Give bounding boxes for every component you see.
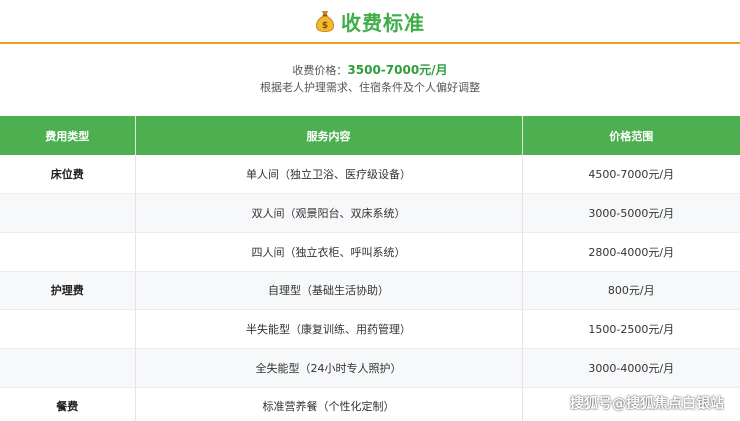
table-row: 床位费 单人间（独立卫浴、医疗级设备） 4500-7000元/月 <box>0 155 740 195</box>
price-cell: 4500-7000元/月 <box>522 155 740 195</box>
fee-type-cell <box>0 309 136 349</box>
fee-type-cell: 床位费 <box>0 155 136 195</box>
table-header-row: 费用类型 服务内容 价格范围 <box>0 116 740 155</box>
fee-type-cell: 餐费 <box>0 387 136 421</box>
fee-table: 费用类型 服务内容 价格范围 床位费 单人间（独立卫浴、医疗级设备） 4500-… <box>0 116 740 421</box>
money-bag-icon: $ <box>315 11 335 32</box>
price-line: 收费价格：3500-7000元/月 <box>0 62 740 79</box>
service-cell: 半失能型（康复训练、用药管理） <box>135 309 523 349</box>
fee-type-cell <box>0 232 136 272</box>
table-row: 四人间（独立衣柜、呼叫系统） 2800-4000元/月 <box>0 232 740 272</box>
table-row: 半失能型（康复训练、用药管理） 1500-2500元/月 <box>0 309 740 349</box>
watermark: 搜狐号@搜狐焦点白银站 <box>570 396 724 412</box>
page-header: $ 收费标准 <box>0 0 740 44</box>
svg-text:$: $ <box>322 21 328 31</box>
price-cell: 3000-5000元/月 <box>522 193 740 233</box>
service-cell: 全失能型（24小时专人照护） <box>135 348 523 388</box>
service-cell: 四人间（独立衣柜、呼叫系统） <box>135 232 523 272</box>
service-cell: 标准营养餐（个性化定制） <box>135 387 523 421</box>
column-header-service: 服务内容 <box>135 116 523 155</box>
table-row: 全失能型（24小时专人照护） 3000-4000元/月 <box>0 348 740 388</box>
price-note: 根据老人护理需求、住宿条件及个人偏好调整 <box>260 81 480 94</box>
price-summary: 收费价格：3500-7000元/月 根据老人护理需求、住宿条件及个人偏好调整 <box>0 62 740 96</box>
price-cell: 1500-2500元/月 <box>522 309 740 349</box>
table-row: 双人间（观景阳台、双床系统） 3000-5000元/月 <box>0 193 740 233</box>
price-value: 3500-7000元/月 <box>347 63 448 77</box>
fee-type-cell <box>0 348 136 388</box>
service-cell: 单人间（独立卫浴、医疗级设备） <box>135 155 523 195</box>
fee-type-cell: 护理费 <box>0 271 136 311</box>
price-label: 收费价格： <box>292 64 348 77</box>
page-title: 收费标准 <box>341 10 425 35</box>
table-row: 护理费 自理型（基础生活协助） 800元/月 <box>0 271 740 311</box>
fee-type-cell <box>0 193 136 233</box>
price-cell: 3000-4000元/月 <box>522 348 740 388</box>
price-cell: 2800-4000元/月 <box>522 232 740 272</box>
price-cell: 800元/月 <box>522 271 740 311</box>
service-cell: 双人间（观景阳台、双床系统） <box>135 193 523 233</box>
column-header-type: 费用类型 <box>0 116 136 155</box>
service-cell: 自理型（基础生活协助） <box>135 271 523 311</box>
column-header-price: 价格范围 <box>522 116 740 155</box>
